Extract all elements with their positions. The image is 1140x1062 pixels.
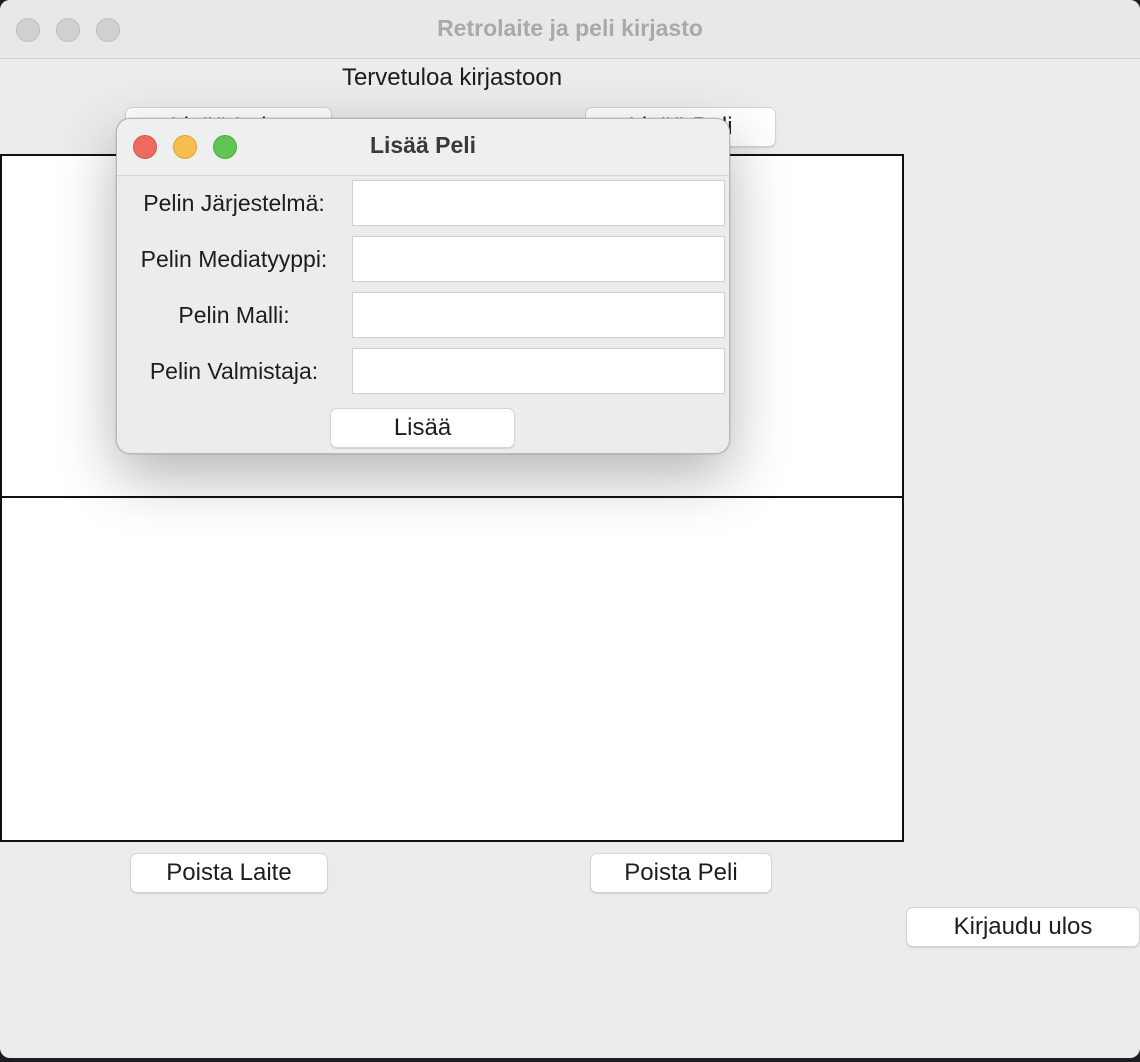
system-label: Pelin Järjestelmä:	[143, 190, 325, 216]
model-label: Pelin Malli:	[178, 302, 290, 328]
window-title: Retrolaite ja peli kirjasto	[437, 15, 703, 41]
mediatype-label: Pelin Mediatyyppi:	[140, 246, 328, 272]
add-game-dialog: Lisää Peli Pelin Järjestelmä: Pelin Medi…	[116, 118, 730, 454]
game-list[interactable]	[0, 496, 904, 842]
mediatype-input[interactable]	[352, 236, 725, 282]
model-input[interactable]	[352, 292, 725, 338]
manufacturer-label: Pelin Valmistaja:	[149, 358, 319, 384]
remove-game-button[interactable]: Poista Peli	[590, 853, 772, 893]
dialog-title: Lisää Peli	[369, 132, 477, 158]
remove-device-button[interactable]: Poista Laite	[130, 853, 328, 893]
main-titlebar[interactable]: Retrolaite ja peli kirjasto	[0, 0, 1140, 59]
system-input[interactable]	[352, 180, 725, 226]
manufacturer-input[interactable]	[352, 348, 725, 394]
logout-button[interactable]: Kirjaudu ulos	[906, 907, 1140, 947]
submit-button[interactable]: Lisää	[330, 408, 515, 448]
dialog-titlebar[interactable]: Lisää Peli	[117, 119, 729, 176]
welcome-label: Tervetuloa kirjastoon	[341, 64, 563, 91]
